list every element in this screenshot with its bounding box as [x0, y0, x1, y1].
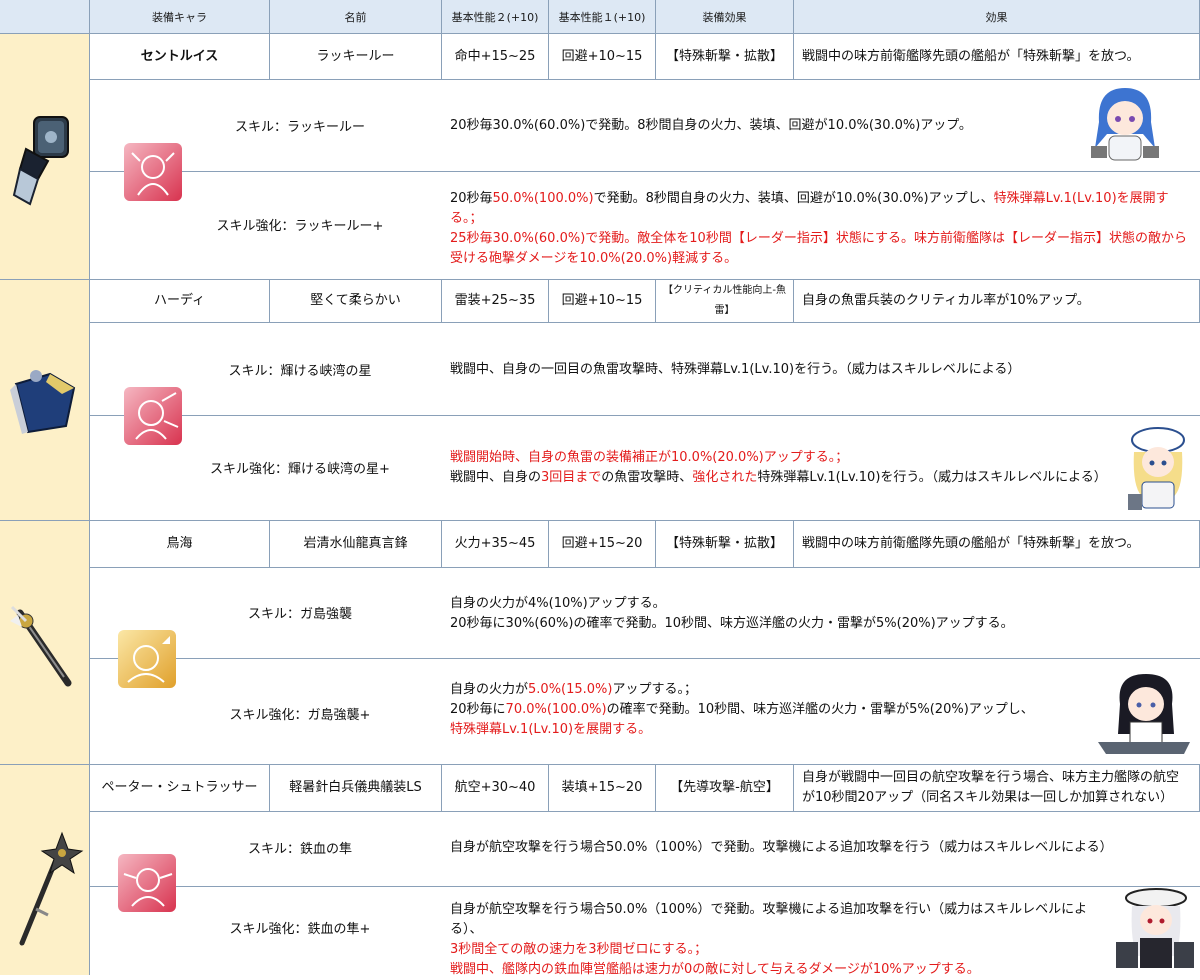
equipment-table: 装備キャラ 名前 基本性能２(+10) 基本性能１(+10) 装備効果 効果 セ… — [0, 0, 1200, 977]
skillplus-description: 自身の火力が5.0%(15.0%)アップする。； 20秒毎に70.0%(100.… — [450, 680, 1070, 740]
chibi-portrait-icon — [1098, 674, 1190, 754]
skill-description: 自身の火力が4%(10%)アップする。 20秒毎に30%(60%)の確率で発動。… — [450, 594, 1070, 634]
skillplus-description: 戦闘開始時、自身の魚雷の装備補正が10.0%(20.0%)アップする。； 戦闘中… — [450, 448, 1130, 488]
highlight-text: 3秒間全ての敵の速力を3秒間ゼロにする。； — [450, 942, 708, 957]
scepter-equip-icon — [19, 831, 84, 946]
skill-icon — [124, 387, 182, 445]
text-segment: 自身の火力が4%(10%)アップする。 — [450, 596, 666, 611]
stat2-value: 航空+30~40 — [442, 765, 549, 812]
skillplus-description: 20秒毎50.0%(100.0%)で発動。8秒間自身の火力、装填、回避が10.0… — [450, 189, 1195, 269]
equipment-name: 岩清水仙龍真言鋒 — [270, 521, 442, 568]
skillplus-label: スキル強化：ガ島強襲+ — [229, 708, 371, 723]
equip-image-cell — [0, 34, 90, 280]
text-segment: の確率で発動。10秒間、味方巡洋艦の火力・雷撃が5%(20%)アップし、 — [606, 702, 1034, 717]
character-sketch-icon — [123, 868, 173, 907]
highlight-text: 強化された — [692, 470, 758, 485]
highlight-text: 戦闘開始時、自身の魚雷の装備補正が10.0%(20.0%)アップする。； — [450, 450, 849, 465]
header-stat1: 基本性能１(+10) — [549, 0, 656, 34]
skill-description: 自身が航空攻撃を行う場合50.0%（100%）で発動。攻撃機による追加攻撃を行う… — [450, 840, 1113, 855]
text-segment: 自身が戦闘中一回目の航空攻撃を行う場合、味方主力艦隊の航空 — [802, 770, 1180, 785]
character-sketch-icon — [131, 152, 175, 196]
skill-label: スキル：鉄血の隼 — [247, 842, 352, 857]
skill-label: スキル：ラッキールー — [234, 120, 365, 135]
highlight-text: 特殊弾幕Lv.1(Lv.10)を展開する。 — [450, 722, 652, 737]
character-name: ペーター・シュトラッサー — [90, 765, 270, 812]
skill-description: 戦闘中、自身の一回目の魚雷攻撃時、特殊弾幕Lv.1(Lv.10)を行う。（威力は… — [450, 362, 1021, 377]
stat2-value: 雷装+25~35 — [442, 280, 549, 323]
row-divider — [90, 658, 1200, 659]
row-divider — [90, 415, 1200, 416]
row-divider — [90, 171, 1200, 172]
equip-effect-name: 【先導攻撃-航空】 — [656, 765, 794, 812]
skillplus-label: スキル強化：ラッキールー+ — [216, 219, 384, 234]
gear-equip-icon — [12, 116, 69, 206]
equip-effect-name: 【特殊斬撃・拡散】 — [656, 521, 794, 568]
header-effect: 効果 — [794, 0, 1200, 34]
text-segment: 特殊弾幕Lv.1(Lv.10)を行う。（威力はスキルレベルによる） — [757, 470, 1107, 485]
equip-effect-desc: 戦闘中の味方前衛艦隊先頭の艦船が「特殊斬撃」を放つ。 — [794, 521, 1200, 568]
stat1-value: 回避+10~15 — [549, 280, 656, 323]
stat2-value: 命中+15~25 — [442, 34, 549, 80]
skillplus-description: 自身が航空攻撃を行う場合50.0%（100%）で発動。攻撃機による追加攻撃を行い… — [450, 900, 1118, 980]
header-character: 装備キャラ — [90, 0, 270, 34]
text-segment: で発動。8秒間自身の火力、装填、回避が10.0%(30.0%)アップし、 — [593, 191, 994, 206]
character-name: セントルイス — [90, 34, 270, 80]
row-divider — [90, 886, 1200, 887]
cloak-equip-icon — [10, 370, 76, 434]
text-segment: が10秒間20アップ（同名スキル効果は一回しか加算されない） — [802, 790, 1174, 805]
skill-icon — [118, 854, 176, 912]
header-stat2: 基本性能２(+10) — [442, 0, 549, 34]
text-segment: 戦闘中、自身の — [450, 470, 542, 485]
skill-label: スキル：輝ける峡湾の星 — [228, 364, 372, 379]
stat1-value: 回避+10~15 — [549, 34, 656, 80]
skillplus-label: スキル強化：輝ける峡湾の星+ — [210, 462, 390, 477]
character-sketch-icon — [135, 392, 179, 440]
highlight-text: 50.0%(100.0%) — [492, 191, 594, 206]
katana-equip-icon — [10, 605, 72, 687]
header-equip-effect: 装備効果 — [656, 0, 794, 34]
skill-block — [90, 323, 1200, 521]
equip-effect-desc: 自身が戦闘中一回目の航空攻撃を行う場合、味方主力艦隊の航空 が10秒間20アップ… — [794, 765, 1200, 812]
highlight-text: 3回目まで — [541, 470, 602, 485]
character-name: 鳥海 — [90, 521, 270, 568]
stat1-value: 装填+15~20 — [549, 765, 656, 812]
highlight-text: 5.0%(15.0%) — [528, 682, 613, 697]
skillplus-label: スキル強化：鉄血の隼+ — [229, 922, 371, 937]
character-name: ハーディ — [90, 280, 270, 323]
highlight-text: 受ける砲撃ダメージを10.0%(20.0%)軽減する。 — [450, 251, 738, 266]
highlight-text: 70.0%(100.0%) — [505, 702, 607, 717]
text-segment: 20秒毎 — [450, 191, 493, 206]
skill-label: スキル：ガ島強襲 — [247, 607, 352, 622]
equip-effect-name: 【クリティカル性能向上-魚雷】 — [656, 280, 794, 323]
highlight-text: 25秒毎30.0%(60.0%)で発動。敵全体を10秒間【レーダー指示】状態にす… — [450, 231, 1187, 246]
stat1-value: 回避+15~20 — [549, 521, 656, 568]
skill-icon — [124, 143, 182, 201]
equip-image-cell — [0, 765, 90, 975]
stat2-value: 火力+35~45 — [442, 521, 549, 568]
text-segment: 20秒毎に — [450, 702, 506, 717]
chibi-portrait-icon — [1116, 888, 1194, 968]
equipment-name: ラッキールー — [270, 34, 442, 80]
equip-effect-name: 【特殊斬撃・拡散】 — [656, 34, 794, 80]
text-segment: アップする。； — [612, 682, 697, 697]
skill-description: 20秒毎30.0%(60.0%)で発動。8秒間自身の火力、装填、回避が10.0%… — [450, 118, 972, 133]
text-segment: 自身の火力が — [450, 682, 529, 697]
header-name: 名前 — [270, 0, 442, 34]
equip-effect-desc: 戦闘中の味方前衛艦隊先頭の艦船が「特殊斬撃」を放つ。 — [794, 34, 1200, 80]
equip-image-cell — [0, 280, 90, 521]
text-segment: 自身が航空攻撃を行う場合50.0%（100%）で発動。攻撃機による追加攻撃を行い… — [450, 902, 1088, 937]
character-sketch-icon — [127, 636, 170, 683]
chibi-portrait-icon — [1091, 88, 1159, 161]
text-segment: 20秒毎に30%(60%)の確率で発動。10秒間、味方巡洋艦の火力・雷撃が5%(… — [450, 616, 1014, 631]
text-segment: の魚雷攻撃時、 — [601, 470, 693, 485]
equip-image-cell — [0, 521, 90, 765]
equip-effect-desc: 自身の魚雷兵装のクリティカル率が10%アップ。 — [794, 280, 1200, 323]
highlight-text: 戦闘中、艦隊内の鉄血陣営艦船は速力が0の敵に対して与えるダメージが10%アップす… — [450, 962, 980, 977]
equipment-name: 堅くて柔らかい — [270, 280, 442, 323]
header-corner — [0, 0, 90, 34]
skill-icon — [118, 630, 176, 688]
equipment-name: 軽暑針白兵儀典艤装LS — [270, 765, 442, 812]
chibi-portrait-icon — [1128, 427, 1185, 510]
